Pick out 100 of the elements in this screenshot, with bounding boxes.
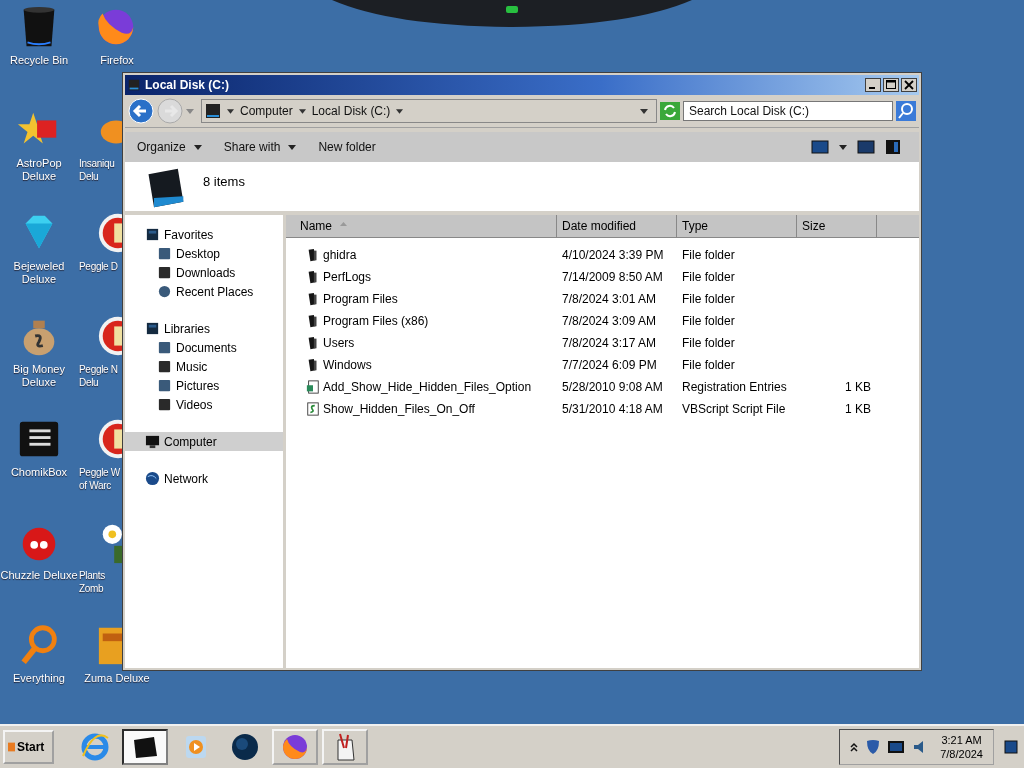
preview-pane-icon[interactable] [857, 140, 875, 154]
icon-label: ChomikBox [10, 466, 68, 479]
maximize-icon[interactable] [883, 78, 899, 92]
column-header[interactable]: Date modified [557, 215, 677, 237]
toolbar-button[interactable]: New folder [312, 136, 382, 158]
nav-item[interactable]: Desktop [125, 244, 283, 263]
view-icon[interactable] [811, 140, 829, 154]
file-row[interactable]: PerfLogs 7/14/2009 8:50 AM File folder [286, 266, 919, 288]
file-name: Windows [323, 358, 372, 372]
file-row[interactable]: Add_Show_Hide_Hidden_Files_Option 5/28/2010 9:08 AM Registration Entries 1 KB [286, 376, 919, 398]
window-title: Local Disk (C:) [145, 78, 229, 92]
icon-label: AstroPop Deluxe [16, 157, 62, 183]
folder-icon [306, 292, 320, 306]
type-cell-text: File folder [681, 292, 736, 306]
file-row[interactable]: Program Files (x86) 7/8/2024 3:09 AM File folder [286, 310, 919, 332]
monitor-icon [145, 434, 160, 449]
drive-icon [205, 103, 221, 119]
type-cell-text: File folder [681, 358, 736, 372]
clock[interactable]: 3:21 AM 7/8/2024 [940, 733, 983, 761]
start-logo-icon [8, 742, 15, 752]
column-header[interactable]: Name [286, 215, 557, 237]
item-count: 8 items [203, 174, 245, 189]
file-name: Users [323, 336, 355, 350]
date-cell-text: 5/31/2010 4:18 AM [561, 402, 664, 416]
fox-globe-icon [280, 732, 310, 762]
icon-label: Peggle W of Warc [79, 466, 120, 492]
chevron-up-icon[interactable] [850, 742, 859, 752]
icon-label: Insaniqu Delu [79, 157, 115, 183]
nav-item[interactable]: Computer [125, 432, 283, 451]
folder-icon [306, 336, 320, 350]
toolbar-button[interactable]: Organize [131, 136, 208, 158]
type-cell-text: File folder [681, 314, 736, 328]
file-name: PerfLogs [323, 270, 372, 284]
nav-item[interactable]: Music [125, 357, 283, 376]
file-name: ghidra [323, 248, 357, 262]
icon-label: Peggle D [79, 260, 118, 273]
network-monitor-icon[interactable] [888, 741, 905, 753]
drive-icon [127, 78, 141, 92]
minimize-icon[interactable] [865, 78, 881, 92]
search-field[interactable]: Search Local Disk (C:) [683, 101, 893, 121]
nav-item[interactable]: Libraries [125, 319, 283, 338]
caret-icon[interactable] [298, 108, 306, 114]
taskbar-app-button[interactable] [122, 729, 168, 765]
show-desktop-icon[interactable] [1004, 739, 1018, 755]
date-cell-text: 7/14/2009 8:50 AM [561, 270, 664, 284]
close-icon[interactable] [901, 78, 917, 92]
date-cell-text: 7/8/2024 3:01 AM [561, 292, 658, 306]
size-cell: 1 KB [845, 402, 871, 416]
file-row[interactable]: Users 7/8/2024 3:17 AM File folder [286, 332, 919, 354]
nav-item[interactable]: Favorites [125, 225, 283, 244]
folder-icon [306, 270, 320, 284]
file-row[interactable]: Show_Hidden_Files_On_Off 5/31/2010 4:18 AM VBScript Script File 1 KB [286, 398, 919, 420]
address-bar[interactable]: Computer Local Disk (C:) [201, 99, 657, 123]
nav-item[interactable]: Documents [125, 338, 283, 357]
column-header[interactable]: Type [677, 215, 797, 237]
start-button[interactable]: Start [3, 730, 54, 764]
globe-icon [230, 732, 260, 762]
file-name: Program Files [323, 292, 398, 306]
caret-icon[interactable] [839, 144, 847, 150]
icon-label: Everything [13, 672, 65, 685]
breadcrumb[interactable]: Local Disk (C:) [311, 104, 391, 118]
dropdown-caret-icon[interactable] [640, 108, 648, 114]
icon-label: Bejeweled Deluxe [13, 260, 65, 286]
toolbar-button[interactable]: Share with [217, 136, 303, 158]
type-cell-text: File folder [681, 336, 736, 350]
file-name: Add_Show_Hide_Hidden_Files_Option [323, 380, 532, 394]
nav-item[interactable]: Recent Places [125, 282, 283, 301]
date-cell-text: 7/7/2024 6:09 PM [561, 358, 658, 372]
icon-label: Firefox [100, 54, 134, 67]
type-cell-text: File folder [681, 270, 736, 284]
nav-item[interactable]: Pictures [125, 376, 283, 395]
column-header[interactable]: Size [797, 215, 877, 237]
caret-icon[interactable] [227, 108, 234, 114]
nav-item[interactable]: Videos [125, 395, 283, 414]
help-icon[interactable] [885, 139, 901, 155]
file-row[interactable]: Windows 7/7/2024 6:09 PM File folder [286, 354, 919, 376]
file-row[interactable]: Program Files 7/8/2024 3:01 AM File folder [286, 288, 919, 310]
folder-icon [306, 314, 320, 328]
folder-icon [306, 358, 320, 372]
breadcrumb[interactable]: Computer [240, 104, 293, 118]
recent-places-icon [157, 284, 172, 299]
caret-icon[interactable] [396, 108, 404, 114]
shield-icon[interactable] [866, 739, 881, 755]
file-row[interactable]: ghidra 4/10/2024 3:39 PM File folder [286, 244, 919, 266]
folder-icon [306, 248, 320, 262]
date-cell-text: 7/8/2024 3:17 AM [561, 336, 658, 350]
back-icon[interactable] [128, 98, 154, 124]
nav-item[interactable]: Network [125, 469, 283, 488]
type-cell-text: Registration Entries [681, 380, 788, 394]
icon-label: Zuma Deluxe [84, 672, 150, 685]
type-cell-text: File folder [681, 248, 736, 262]
icon-label: Big Money Deluxe [13, 363, 65, 389]
network-globe-icon [145, 471, 160, 486]
search-icon[interactable] [896, 101, 916, 121]
file-name: Show_Hidden_Files_On_Off [323, 402, 475, 416]
nav-item[interactable]: Downloads [125, 263, 283, 282]
icon-label: Plants Zomb [79, 569, 105, 595]
refresh-icon[interactable] [660, 102, 680, 120]
script-file-icon [306, 402, 320, 416]
type-cell-text: VBScript Script File [681, 402, 787, 416]
